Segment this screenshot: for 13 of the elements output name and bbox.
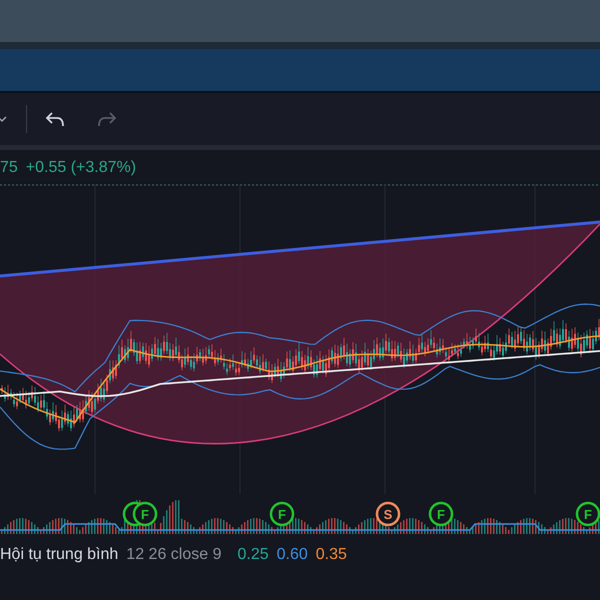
indicator-params: 12 26 close 9: [126, 546, 222, 564]
chevron-down-icon[interactable]: [0, 114, 8, 124]
indicator-name: Hội tụ trung bình: [0, 546, 118, 564]
indicator-value: 0.60: [276, 546, 308, 564]
signal-marker[interactable]: F: [270, 502, 294, 526]
signal-marker[interactable]: F: [576, 502, 600, 526]
indicator-value: 0.25: [237, 546, 269, 564]
signal-marker[interactable]: S: [376, 502, 400, 526]
signal-marker[interactable]: F: [428, 502, 454, 526]
price-change: +0.55 (+3.87%): [26, 159, 136, 177]
indicator-value: 0.35: [316, 546, 347, 564]
last-price: 75: [0, 159, 18, 177]
undo-icon[interactable]: [45, 110, 67, 128]
